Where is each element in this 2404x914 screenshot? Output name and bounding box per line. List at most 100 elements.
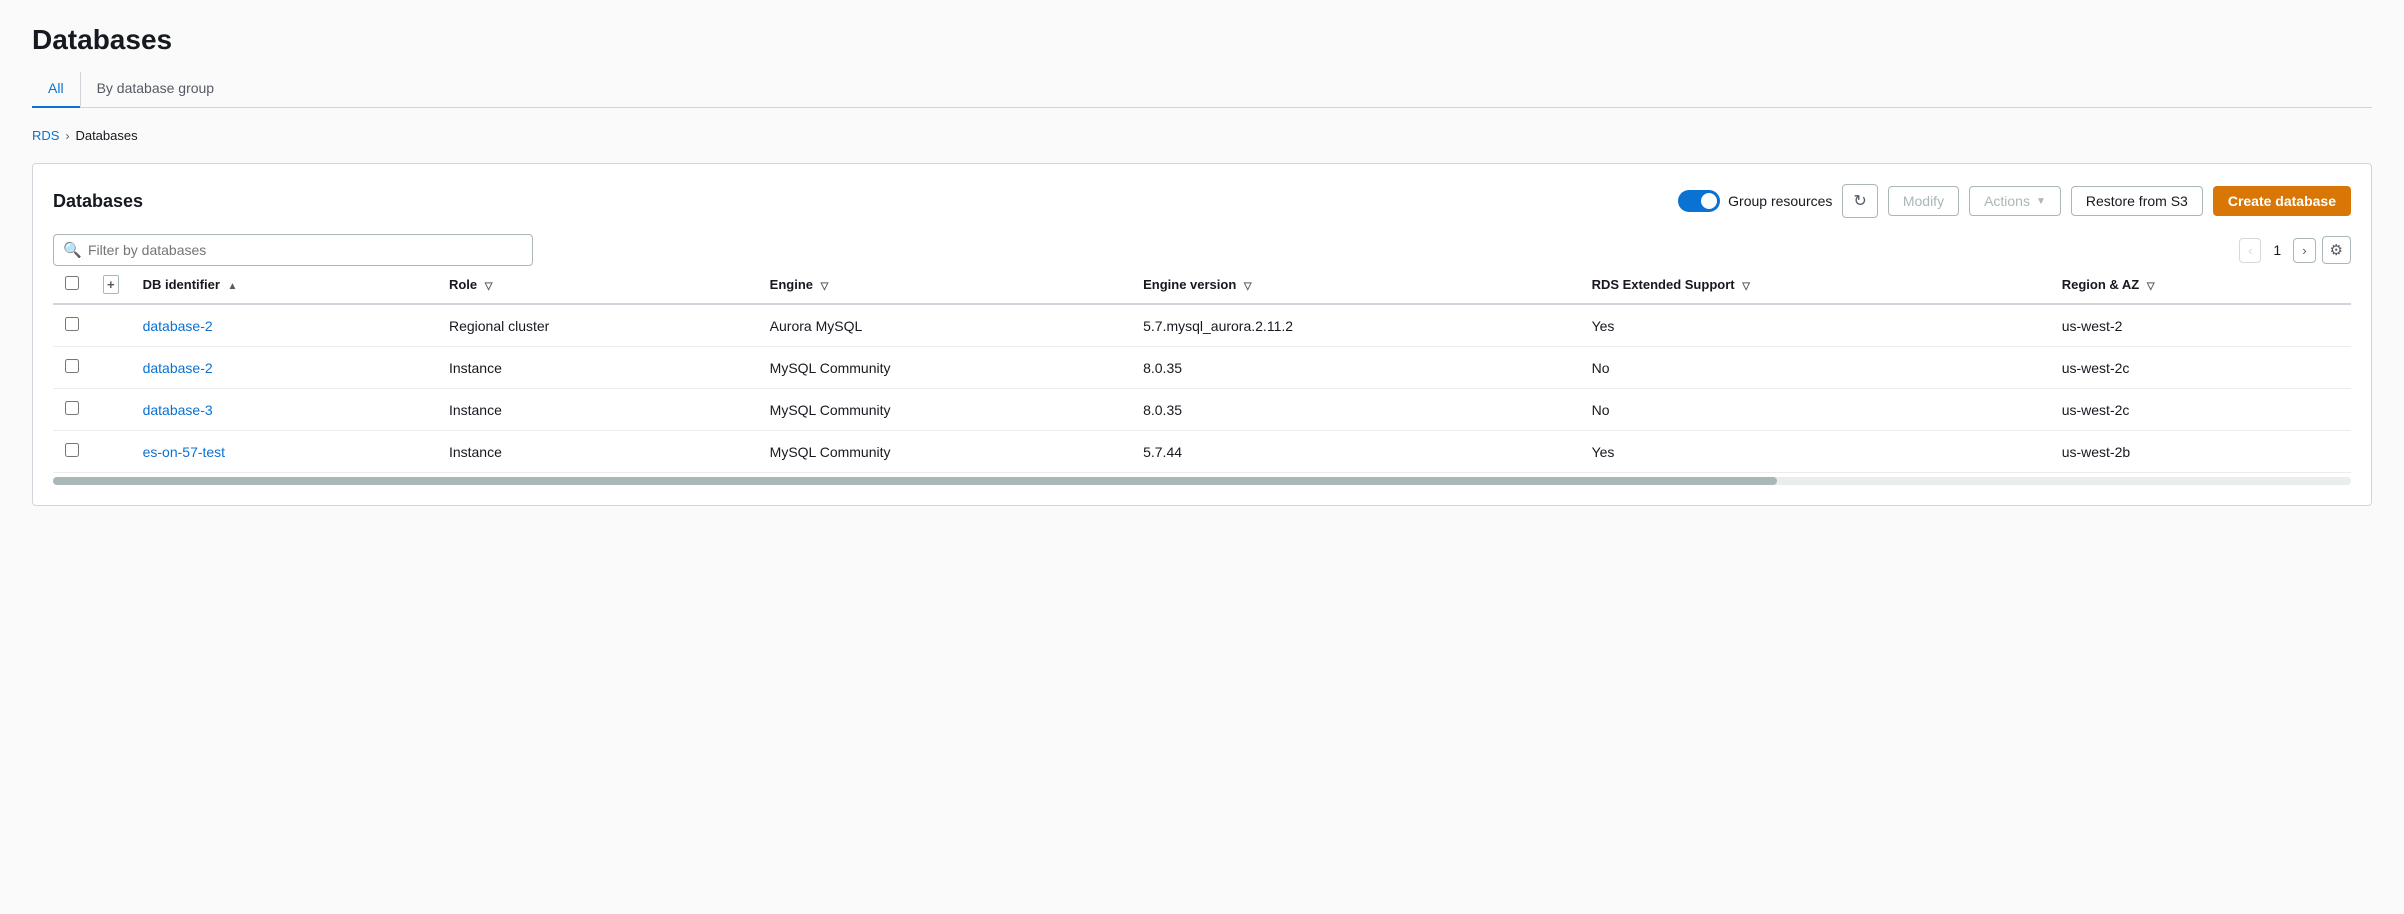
row-db-identifier: database-2 (131, 304, 437, 347)
restore-button[interactable]: Restore from S3 (2071, 186, 2203, 216)
row-engine-version: 8.0.35 (1131, 347, 1579, 389)
settings-button[interactable]: ⚙ (2322, 236, 2351, 264)
page-container: Databases All By database group RDS › Da… (0, 0, 2404, 914)
db-identifier-link[interactable]: es-on-57-test (143, 444, 225, 460)
header-rds-extended-support[interactable]: RDS Extended Support ▽ (1580, 266, 2050, 304)
row-rds-extended-support: No (1580, 347, 2050, 389)
search-icon: 🔍 (63, 241, 82, 259)
create-database-button[interactable]: Create database (2213, 186, 2351, 216)
breadcrumb-current: Databases (75, 128, 137, 143)
table-header-row: + DB identifier ▲ Role ▽ Engine ▽ (53, 266, 2351, 304)
actions-button[interactable]: Actions ▼ (1969, 186, 2061, 216)
pagination-prev-button[interactable]: ‹ (2239, 238, 2261, 263)
chevron-left-icon: ‹ (2248, 243, 2252, 258)
page-title: Databases (32, 24, 2372, 56)
header-role[interactable]: Role ▽ (437, 266, 758, 304)
row-role: Instance (437, 431, 758, 473)
row-engine-version: 5.7.44 (1131, 431, 1579, 473)
row-rds-extended-support: Yes (1580, 431, 2050, 473)
db-identifier-link[interactable]: database-2 (143, 318, 213, 334)
row-region-az: us-west-2c (2050, 347, 2351, 389)
header-engine[interactable]: Engine ▽ (758, 266, 1131, 304)
chevron-right-icon: › (2302, 243, 2306, 258)
header-region-az[interactable]: Region & AZ ▽ (2050, 266, 2351, 304)
refresh-button[interactable]: ↻ (1842, 184, 1877, 218)
refresh-icon: ↻ (1853, 191, 1866, 211)
modify-label: Modify (1903, 193, 1944, 209)
scrollbar-thumb[interactable] (53, 477, 1777, 485)
row-region-az: us-west-2b (2050, 431, 2351, 473)
page-number: 1 (2267, 240, 2287, 260)
pagination-controls: ‹ 1 › ⚙ (2239, 236, 2351, 264)
table-row: database-2 Instance MySQL Community 8.0.… (53, 347, 2351, 389)
pagination-next-button[interactable]: › (2293, 238, 2315, 263)
row-db-identifier: database-2 (131, 347, 437, 389)
row-rds-extended-support: No (1580, 389, 2050, 431)
row-checkbox-cell (53, 431, 91, 473)
table-body: database-2 Regional cluster Aurora MySQL… (53, 304, 2351, 473)
databases-table: + DB identifier ▲ Role ▽ Engine ▽ (53, 266, 2351, 473)
databases-card: Databases Group resources ↻ (32, 163, 2372, 506)
db-identifier-link[interactable]: database-3 (143, 402, 213, 418)
row-checkbox-cell (53, 347, 91, 389)
header-db-identifier[interactable]: DB identifier ▲ (131, 266, 437, 304)
sort-icon-region-az: ▽ (2147, 281, 2155, 292)
sort-icon-role: ▽ (485, 281, 493, 292)
search-input[interactable] (53, 234, 533, 266)
row-engine: MySQL Community (758, 347, 1131, 389)
row-db-identifier: es-on-57-test (131, 431, 437, 473)
modify-button[interactable]: Modify (1888, 186, 1959, 216)
header-checkbox-col (53, 266, 91, 304)
row-expand-cell (91, 304, 131, 347)
row-rds-extended-support: Yes (1580, 304, 2050, 347)
breadcrumb-separator: › (65, 129, 69, 143)
sort-icon-engine: ▽ (821, 281, 829, 292)
row-expand-cell (91, 389, 131, 431)
db-identifier-link[interactable]: database-2 (143, 360, 213, 376)
row-engine: MySQL Community (758, 431, 1131, 473)
row-role: Instance (437, 389, 758, 431)
row-role: Regional cluster (437, 304, 758, 347)
sort-icon-rds-extended: ▽ (1742, 281, 1750, 292)
tabs-bar: All By database group (32, 72, 2372, 108)
tab-by-database-group[interactable]: By database group (80, 72, 231, 108)
header-actions: Group resources ↻ Modify Actions ▼ Resto… (1678, 184, 2351, 218)
select-all-checkbox[interactable] (65, 276, 79, 290)
card-header: Databases Group resources ↻ (53, 184, 2351, 218)
row-checkbox[interactable] (65, 317, 79, 331)
sort-asc-icon: ▲ (228, 281, 238, 292)
row-role: Instance (437, 347, 758, 389)
row-checkbox-cell (53, 389, 91, 431)
breadcrumb: RDS › Databases (32, 128, 2372, 143)
group-resources-label: Group resources (1728, 193, 1832, 209)
row-checkbox-cell (53, 304, 91, 347)
tab-all[interactable]: All (32, 72, 80, 108)
card-title: Databases (53, 191, 143, 212)
row-region-az: us-west-2 (2050, 304, 2351, 347)
row-checkbox[interactable] (65, 359, 79, 373)
header-expand-col: + (91, 266, 131, 304)
toggle-thumb (1701, 193, 1717, 209)
restore-label: Restore from S3 (2086, 193, 2188, 209)
row-checkbox[interactable] (65, 401, 79, 415)
row-engine-version: 8.0.35 (1131, 389, 1579, 431)
header-engine-version[interactable]: Engine version ▽ (1131, 266, 1579, 304)
table-row: es-on-57-test Instance MySQL Community 5… (53, 431, 2351, 473)
row-engine: Aurora MySQL (758, 304, 1131, 347)
row-engine-version: 5.7.mysql_aurora.2.11.2 (1131, 304, 1579, 347)
databases-table-container: + DB identifier ▲ Role ▽ Engine ▽ (53, 266, 2351, 485)
horizontal-scrollbar[interactable] (53, 477, 2351, 485)
search-input-wrap: 🔍 (53, 234, 533, 266)
group-resources-toggle-wrap: Group resources (1678, 190, 1832, 212)
sort-icon-engine-version: ▽ (1244, 281, 1252, 292)
group-resources-toggle[interactable] (1678, 190, 1720, 212)
search-pagination-row: 🔍 ‹ 1 › ⚙ (53, 234, 2351, 266)
table-row: database-3 Instance MySQL Community 8.0.… (53, 389, 2351, 431)
actions-label: Actions (1984, 193, 2030, 209)
toggle-track[interactable] (1678, 190, 1720, 212)
row-expand-cell (91, 347, 131, 389)
row-checkbox[interactable] (65, 443, 79, 457)
row-region-az: us-west-2c (2050, 389, 2351, 431)
breadcrumb-rds-link[interactable]: RDS (32, 128, 59, 143)
actions-arrow-icon: ▼ (2036, 196, 2046, 207)
